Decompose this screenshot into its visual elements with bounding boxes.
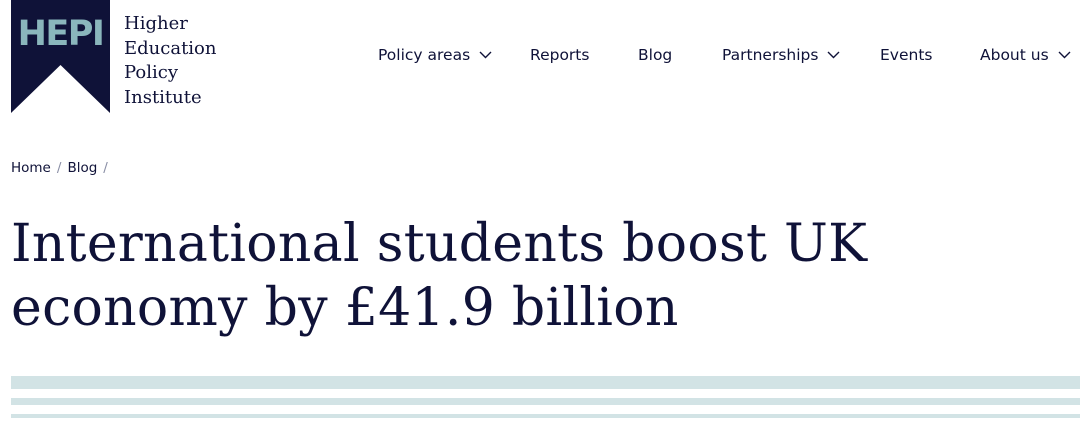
chevron-down-icon <box>479 51 492 59</box>
main-nav: Policy areas Reports Blog Partnerships E… <box>0 46 1080 68</box>
nav-item-policy-areas[interactable]: Policy areas <box>378 46 492 64</box>
decorative-stripe <box>11 376 1080 389</box>
logo-line: Institute <box>124 86 202 108</box>
breadcrumb: Home / Blog / <box>11 160 114 176</box>
nav-item-label: Blog <box>638 46 673 64</box>
nav-item-blog[interactable]: Blog <box>638 46 672 64</box>
nav-item-label: Events <box>880 46 933 64</box>
chevron-down-icon <box>827 51 840 59</box>
nav-item-about-us[interactable]: About us <box>980 46 1071 64</box>
breadcrumb-home-link[interactable]: Home <box>11 160 51 176</box>
nav-item-events[interactable]: Events <box>880 46 932 64</box>
nav-item-label: Reports <box>530 46 590 64</box>
nav-item-label: Policy areas <box>378 46 471 64</box>
nav-item-reports[interactable]: Reports <box>530 46 589 64</box>
breadcrumb-separator: / <box>56 160 62 176</box>
chevron-down-icon <box>1058 51 1071 59</box>
decorative-stripe <box>11 414 1080 418</box>
breadcrumb-blog-link[interactable]: Blog <box>67 160 97 176</box>
logo-line: Higher <box>124 13 188 34</box>
breadcrumb-separator: / <box>103 160 108 176</box>
nav-item-partnerships[interactable]: Partnerships <box>722 46 840 64</box>
nav-item-label: About us <box>980 46 1049 64</box>
decorative-stripe <box>11 398 1080 405</box>
page-title: International students boost UK economy … <box>11 214 868 338</box>
nav-item-label: Partnerships <box>722 46 819 64</box>
